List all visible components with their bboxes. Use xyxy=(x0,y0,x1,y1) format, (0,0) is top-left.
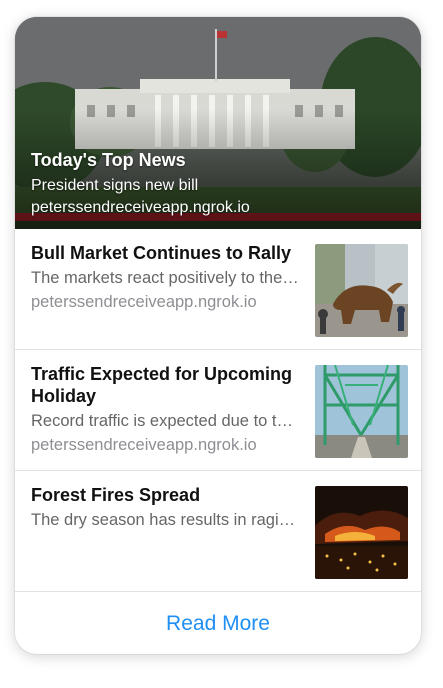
article-item[interactable]: Bull Market Continues to Rally The marke… xyxy=(15,229,421,350)
article-text: Bull Market Continues to Rally The marke… xyxy=(31,242,301,313)
news-card: Today's Top News President signs new bil… xyxy=(15,17,421,654)
article-item[interactable]: Traffic Expected for Upcoming Holiday Re… xyxy=(15,350,421,471)
article-source: peterssendreceiveapp.ngrok.io xyxy=(31,293,257,311)
article-source: peterssendreceiveapp.ngrok.io xyxy=(31,436,257,454)
read-more-button[interactable]: Read More xyxy=(166,612,270,636)
hero-article[interactable]: Today's Top News President signs new bil… xyxy=(15,17,421,229)
article-text: Forest Fires Spread The dry season has r… xyxy=(31,484,301,531)
article-text: Traffic Expected for Upcoming Holiday Re… xyxy=(31,363,301,456)
article-thumbnail-bridge xyxy=(315,365,408,458)
hero-subtitle: President signs new bill xyxy=(31,177,199,194)
article-summary: The markets react positively to the news xyxy=(31,269,301,287)
article-title: Bull Market Continues to Rally xyxy=(31,243,292,263)
article-title: Traffic Expected for Upcoming Holiday xyxy=(31,364,293,406)
article-summary: Record traffic is expected due to the ho… xyxy=(31,412,301,430)
hero-source: peterssendreceiveapp.ngrok.io xyxy=(31,199,250,216)
article-thumbnail-bull xyxy=(315,244,408,337)
hero-text: Today's Top News President signs new bil… xyxy=(31,149,250,219)
hero-title: Today's Top News xyxy=(31,150,186,170)
card-footer: Read More xyxy=(15,593,421,654)
article-thumbnail-fire xyxy=(315,486,408,579)
article-summary: The dry season has results in raging fir… xyxy=(31,511,301,529)
article-title: Forest Fires Spread xyxy=(31,485,201,505)
article-item[interactable]: Forest Fires Spread The dry season has r… xyxy=(15,471,421,592)
